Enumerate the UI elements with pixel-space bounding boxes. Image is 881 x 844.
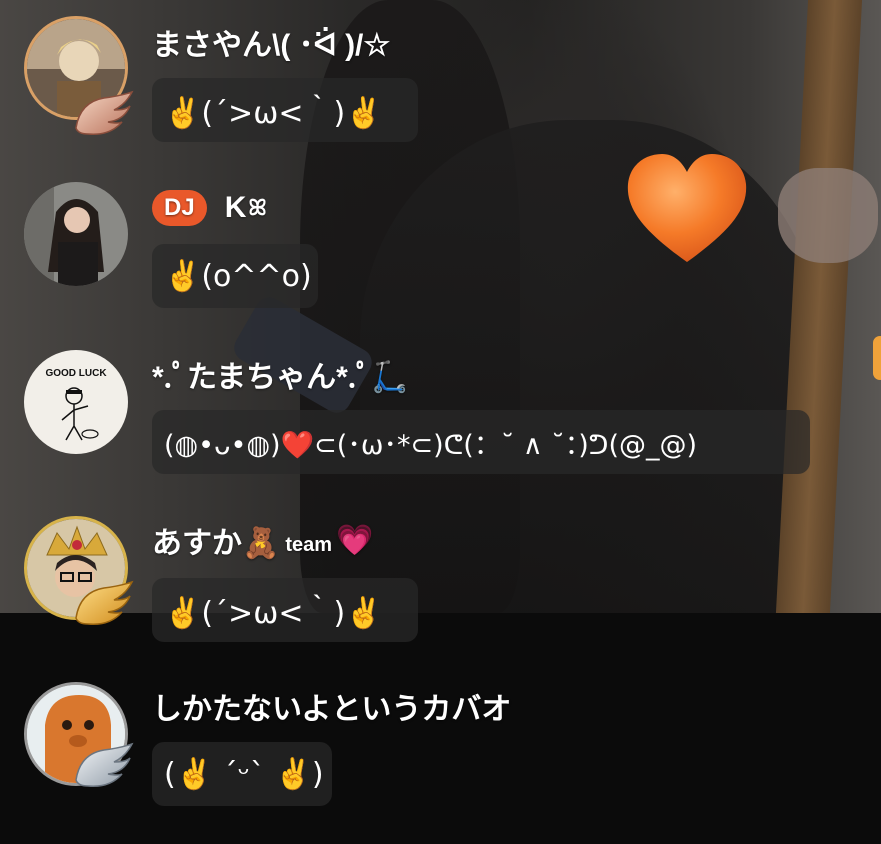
wing-badge-icon <box>75 90 134 135</box>
chat-username[interactable]: まさやん\( ･ᐛ )/☆ <box>152 22 390 62</box>
message-text: ✌️(o^^o) <box>164 258 312 294</box>
chat-message-bubble: ✌️(o^^o) <box>152 244 318 308</box>
username-text: まさやん\( ･ᐛ )/☆ <box>152 29 391 62</box>
username-small-text: team <box>285 533 333 556</box>
chat-message-bubble: (◍•ᴗ•◍)❤️⊂(･ω･*⊂)ᕦ(：˘ ∧ ˘：)ᕤ(@_@) <box>152 410 810 474</box>
chat-username[interactable]: *.ﾟたまちゃん*.ﾟ🛴 <box>152 354 408 394</box>
chat-username[interactable]: DJ Kꕤ <box>152 188 267 228</box>
live-chat-list: まさやん\( ･ᐛ )/☆ ✌️(´>ω<｀)✌️ DJ Kꕤ ✌️(o^^o) <box>0 0 881 844</box>
chat-message-bubble: ✌️(´>ω<｀)✌️ <box>152 78 418 142</box>
good-luck-sketch-avatar[interactable]: GOOD LUCK <box>24 350 128 454</box>
woman-photo-avatar[interactable] <box>24 182 128 286</box>
chat-message-bubble: (✌️ ´ᵕ` ✌️) <box>152 742 332 806</box>
message-text: (◍•ᴗ•◍)❤️⊂(･ω･*⊂)ᕦ(：˘ ∧ ˘：)ᕤ(@_@) <box>164 429 698 461</box>
username-text: *.ﾟたまちゃん*.ﾟ🛴 <box>152 361 409 394</box>
chat-username[interactable]: しかたないよというカバオ <box>152 686 511 726</box>
username-text: K <box>224 191 247 224</box>
username-emoji: 💗 <box>336 523 374 557</box>
wing-badge-icon <box>75 742 134 787</box>
message-text: (✌️ ´ᵕ` ✌️) <box>164 756 324 792</box>
chat-username[interactable]: あすか🧸 team 💗 <box>152 520 374 561</box>
chat-message-bubble: ✌️(´>ω<｀)✌️ <box>152 578 418 642</box>
dj-badge: DJ <box>152 190 207 226</box>
message-text: ✌️(´>ω<｀)✌️ <box>164 96 383 131</box>
username-text: あすか🧸 <box>152 527 280 560</box>
message-text: ✌️(´>ω<｀)✌️ <box>164 596 383 631</box>
wing-badge-icon <box>75 580 134 625</box>
username-text: しかたないよというカバオ <box>152 693 512 726</box>
username-suffix: ꕤ <box>248 195 267 220</box>
